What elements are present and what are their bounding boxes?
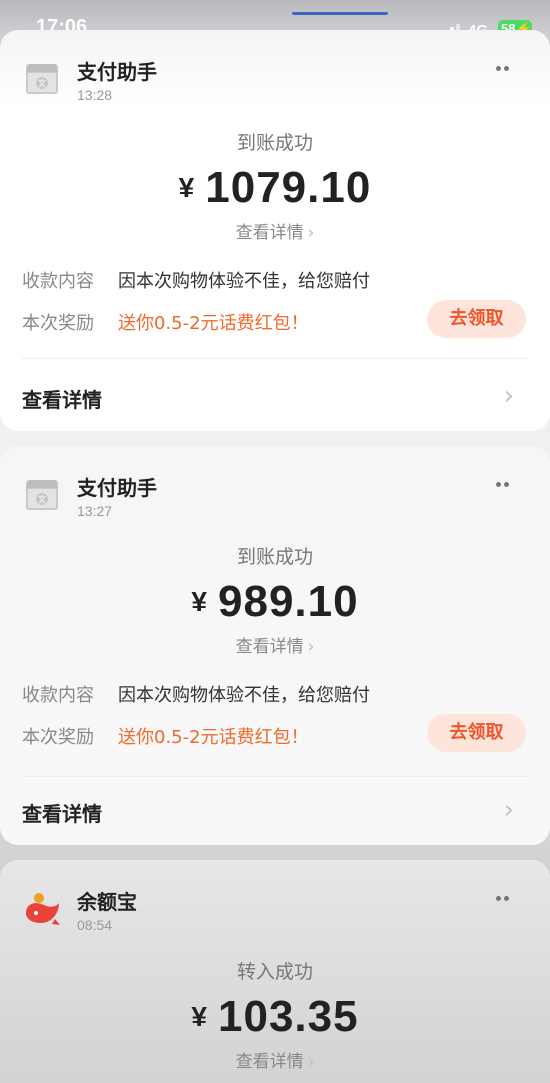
view-details-label: 查看详情 <box>235 637 304 657</box>
payment-amount: ¥103.35 <box>0 992 550 1042</box>
amount-value: 1079.10 <box>205 163 372 212</box>
content-value: 因本次购物体验不佳，给您赔付 <box>118 271 370 292</box>
payment-amount: ¥1079.10 <box>0 163 550 213</box>
claim-button[interactable]: 去领取 <box>427 714 526 752</box>
amount-value: 103.35 <box>218 992 359 1041</box>
amount-value: 989.10 <box>218 577 359 626</box>
reward-label: 本次奖励 <box>22 313 94 334</box>
divider <box>22 358 528 359</box>
top-indicator-line <box>292 12 388 15</box>
content-label: 收款内容 <box>22 271 94 292</box>
more-icon[interactable] <box>496 66 512 72</box>
view-details-link[interactable]: 查看详情 › <box>0 1047 550 1072</box>
footer-view-details[interactable]: 查看详情 <box>22 384 102 413</box>
app-name: 余额宝 <box>77 890 137 914</box>
reward-value: 送你0.5-2元话费红包！ <box>118 313 309 334</box>
message-time: 08:54 <box>77 917 113 933</box>
view-details-link[interactable]: 查看详情 › <box>0 218 550 243</box>
message-card[interactable]: 文 支付助手 13:27 到账成功 ¥989.10 查看详情 › 收款内容 因本次… <box>0 446 550 845</box>
app-name: 支付助手 <box>77 476 157 500</box>
app-name: 支付助手 <box>77 60 157 84</box>
content-label: 收款内容 <box>22 685 94 706</box>
view-details-label: 查看详情 <box>235 1052 304 1072</box>
payment-status: 转入成功 <box>236 961 313 983</box>
chevron-right-icon[interactable]: › <box>504 795 514 825</box>
chevron-right-icon[interactable]: › <box>504 381 514 411</box>
view-details-link[interactable]: 查看详情 › <box>0 632 550 657</box>
claim-button[interactable]: 去领取 <box>427 300 526 338</box>
view-details-label: 查看详情 <box>235 223 304 243</box>
chevron-right-icon: › <box>307 1052 315 1072</box>
currency-symbol: ¥ <box>191 586 208 617</box>
store-icon: 文 <box>22 475 62 515</box>
payment-status: 到账成功 <box>236 132 313 154</box>
content-value: 因本次购物体验不佳，给您赔付 <box>118 685 370 706</box>
chevron-right-icon: › <box>307 223 315 243</box>
payment-amount: ¥989.10 <box>0 577 550 627</box>
more-icon[interactable] <box>496 896 512 902</box>
svg-text:文: 文 <box>38 494 46 504</box>
svg-text:文: 文 <box>38 78 46 88</box>
reward-value: 送你0.5-2元话费红包！ <box>118 727 309 748</box>
currency-symbol: ¥ <box>191 1001 208 1032</box>
reward-label: 本次奖励 <box>22 727 94 748</box>
message-card[interactable]: 余额宝 08:54 转入成功 ¥103.35 查看详情 › <box>0 860 550 1083</box>
currency-symbol: ¥ <box>178 172 196 203</box>
store-icon: 文 <box>22 59 62 99</box>
footer-view-details[interactable]: 查看详情 <box>22 798 102 827</box>
chevron-right-icon: › <box>307 637 315 657</box>
yuebao-icon <box>22 889 62 929</box>
message-time: 13:28 <box>77 87 113 103</box>
message-time: 13:27 <box>77 503 113 519</box>
message-card[interactable]: 文 支付助手 13:28 到账成功 ¥1079.10 查看详情 › 收款内容 因本… <box>0 30 550 431</box>
more-icon[interactable] <box>496 482 512 488</box>
divider <box>22 776 528 777</box>
payment-status: 到账成功 <box>236 546 313 568</box>
